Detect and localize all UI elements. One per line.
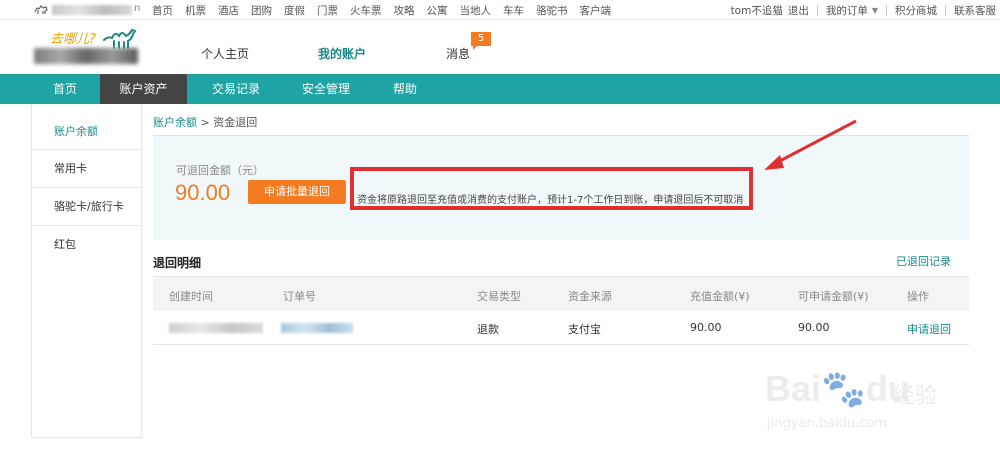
divider [816, 5, 818, 16]
paw-icon: 🐾 [821, 368, 866, 409]
col-fund-source: 资金来源 [568, 290, 612, 303]
topnav-cars[interactable]: 车车 [503, 3, 524, 18]
cell-fund-source: 支付宝 [568, 323, 601, 336]
logout-link[interactable]: 退出 [788, 3, 809, 18]
refunded-records-link[interactable]: 已退回记录 [896, 253, 951, 269]
my-orders-link[interactable]: 我的订单 [826, 3, 868, 18]
refund-details-title: 退回明细 [153, 256, 202, 270]
mainnav-help[interactable]: 帮助 [370, 74, 440, 104]
camel-icon [34, 5, 48, 14]
refundable-amount-value: 90.00 [175, 180, 231, 205]
topnav-camel-book[interactable]: 骆驼书 [536, 3, 568, 18]
sidebar-item-balance[interactable]: 账户余额 [32, 104, 141, 150]
watermark-url: jingyan.baidu.com [767, 416, 887, 431]
sidebar-item-red-packet[interactable]: 红包 [32, 226, 141, 264]
points-mall-link[interactable]: 积分商城 [895, 3, 937, 18]
logo-blurred [34, 48, 138, 64]
topnav-tickets[interactable]: 门票 [317, 3, 338, 18]
cell-available-amount: 90.00 [798, 321, 830, 334]
table-header: 创建时间 订单号 交易类型 资金来源 充值金额(¥) 可申请金额(¥) 操作 [153, 276, 969, 311]
mainnav-transactions[interactable]: 交易记录 [193, 74, 279, 104]
sidebar: 账户余额 常用卡 骆驼卡/旅行卡 红包 [31, 104, 142, 438]
site-logo[interactable]: 去哪儿? [32, 26, 142, 68]
nav-personal-home[interactable]: 个人主页 [201, 45, 249, 62]
username[interactable]: tom不追猫 [731, 3, 783, 18]
sidebar-item-camel-travel-card[interactable]: 骆驼卡/旅行卡 [32, 188, 141, 226]
topnav-guides[interactable]: 攻略 [394, 3, 415, 18]
batch-refund-button[interactable]: 申请批量退回 [248, 180, 346, 204]
site-name-suffix: n [134, 3, 141, 14]
mainnav-security[interactable]: 安全管理 [283, 74, 369, 104]
breadcrumb-balance-link[interactable]: 账户余额 [153, 116, 197, 129]
top-utility-bar: n 首页 机票 酒店 团购 度假 门票 火车票 攻略 公寓 当地人 车车 骆驼书… [0, 0, 1000, 20]
col-available-amount: 可申请金额(¥) [798, 290, 869, 303]
cell-recharge-amount: 90.00 [690, 321, 722, 334]
col-transaction-type: 交易类型 [477, 290, 521, 303]
breadcrumb-separator: > [200, 116, 210, 129]
col-recharge-amount: 充值金额(¥) [690, 290, 750, 303]
col-action: 操作 [907, 290, 929, 303]
breadcrumb: 账户余额 > 资金退回 [153, 114, 257, 130]
watermark-brand: Bai🐾du [765, 368, 910, 409]
apply-refund-link[interactable]: 申请退回 [907, 321, 951, 337]
topnav-apartments[interactable]: 公寓 [427, 3, 448, 18]
mainnav-account-assets[interactable]: 账户资产 [100, 74, 187, 104]
topnav-train[interactable]: 火车票 [350, 3, 382, 18]
chevron-down-icon[interactable]: ▼ [872, 6, 878, 15]
topnav-hotels[interactable]: 酒店 [218, 3, 239, 18]
col-order-number: 订单号 [283, 290, 316, 303]
divider [886, 5, 887, 16]
topnav-home[interactable]: 首页 [152, 3, 173, 18]
contact-service-link[interactable]: 联系客服 [954, 3, 996, 18]
header: 去哪儿? 个人主页 我的账户 消息 5 [0, 20, 1000, 74]
topnav-vacation[interactable]: 度假 [284, 3, 305, 18]
topnav-flights[interactable]: 机票 [185, 3, 206, 18]
breadcrumb-current: 资金退回 [213, 116, 258, 129]
watermark-cn: 经验 [893, 384, 938, 409]
annotation-arrow-icon [764, 119, 857, 170]
message-count-badge: 5 [471, 32, 491, 50]
table-row: 退款 支付宝 90.00 90.00 申请退回 [153, 311, 969, 345]
nav-messages[interactable]: 消息 [446, 45, 470, 62]
col-created-time: 创建时间 [169, 290, 213, 303]
created-time-blurred [169, 323, 263, 333]
annotation-highlight-box [350, 167, 753, 210]
order-number-blurred[interactable] [281, 323, 353, 333]
baidu-jingyan-watermark: Bai🐾du 经验 jingyan.baidu.com [765, 368, 975, 438]
topnav-client[interactable]: 客户端 [580, 3, 612, 18]
divider [945, 5, 946, 16]
logo-text: 去哪儿? [50, 32, 96, 47]
cell-transaction-type: 退款 [477, 323, 499, 336]
topnav-locals[interactable]: 当地人 [460, 3, 492, 18]
camel-logo-icon [103, 28, 137, 49]
sidebar-item-cards[interactable]: 常用卡 [32, 150, 141, 188]
main-nav: 首页 账户资产 交易记录 安全管理 帮助 [0, 74, 1000, 104]
top-nav: 首页 机票 酒店 团购 度假 门票 火车票 攻略 公寓 当地人 车车 骆驼书 客… [152, 3, 623, 18]
nav-my-account[interactable]: 我的账户 [318, 45, 366, 62]
topnav-groupbuy[interactable]: 团购 [251, 3, 272, 18]
site-name-blurred [52, 5, 132, 15]
refundable-amount-label: 可退回金额（元） [176, 164, 264, 177]
top-right-links: tom不追猫 退出 我的订单 ▼ 积分商城 联系客服 [731, 3, 996, 18]
mainnav-home[interactable]: 首页 [30, 74, 100, 104]
